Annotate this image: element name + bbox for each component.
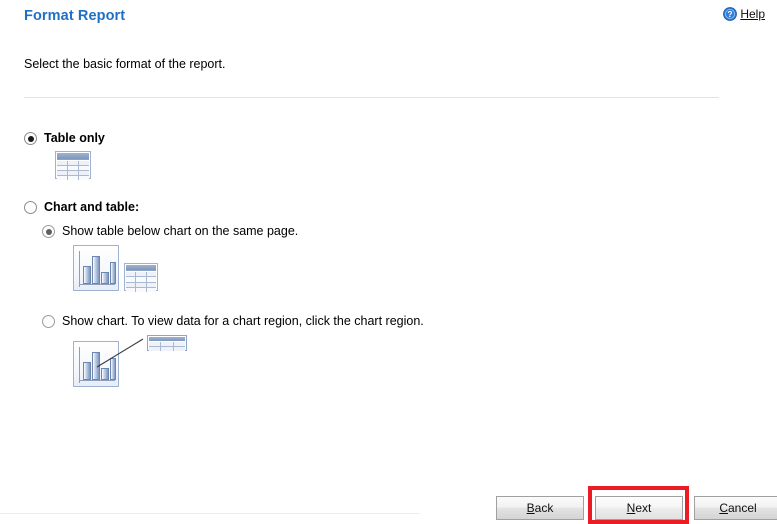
option-table-only[interactable]: Table only xyxy=(24,130,724,146)
chart-drilldown-icon-group xyxy=(73,335,724,387)
table-icon xyxy=(55,151,724,180)
radio-table-only[interactable] xyxy=(24,132,37,145)
svg-text:?: ? xyxy=(728,9,733,19)
option-chart-and-table[interactable]: Chart and table: xyxy=(24,199,724,215)
suboption-table-below-chart-label: Show table below chart on the same page. xyxy=(62,224,299,238)
cancel-button-label: ancel xyxy=(727,501,757,515)
back-button-label: ack xyxy=(534,501,554,515)
connector-line-icon xyxy=(96,338,144,368)
suboption-chart-drilldown[interactable]: Show chart. To view data for a chart reg… xyxy=(42,313,724,329)
format-report-wizard-page: Format Report ? Help Select the basic fo… xyxy=(0,0,777,524)
header: Format Report ? Help xyxy=(0,0,777,40)
suboption-chart-drilldown-label: Show chart. To view data for a chart reg… xyxy=(62,314,424,328)
next-button[interactable]: Next xyxy=(595,496,683,520)
suboption-table-below-chart[interactable]: Show table below chart on the same page. xyxy=(42,223,724,239)
bar-chart-icon xyxy=(73,245,119,291)
option-table-only-label: Table only xyxy=(44,131,105,145)
radio-table-below-chart[interactable] xyxy=(42,225,55,238)
chart-table-icon-pair xyxy=(73,245,724,292)
help-link[interactable]: ? Help xyxy=(723,7,765,21)
help-circle-icon: ? xyxy=(723,7,738,21)
option-chart-and-table-label: Chart and table: xyxy=(44,200,140,214)
bottom-edge-divider xyxy=(0,513,420,514)
next-button-label: ext xyxy=(635,501,652,515)
cancel-button-mnemonic: C xyxy=(719,501,728,515)
help-label: Help xyxy=(740,7,765,21)
header-divider xyxy=(24,97,719,98)
radio-chart-drilldown[interactable] xyxy=(42,315,55,328)
format-options-group: Table only Chart and table: Show table b… xyxy=(24,130,724,387)
instruction-text: Select the basic format of the report. xyxy=(24,57,226,71)
table-icon xyxy=(124,263,158,292)
mini-table-icon xyxy=(147,335,187,351)
page-title: Format Report xyxy=(24,8,126,24)
radio-chart-and-table[interactable] xyxy=(24,201,37,214)
cancel-button[interactable]: Cancel xyxy=(694,496,777,520)
back-button[interactable]: Back xyxy=(496,496,584,520)
back-button-mnemonic: B xyxy=(526,501,535,515)
footer-button-bar: Back Next Cancel xyxy=(0,486,777,524)
